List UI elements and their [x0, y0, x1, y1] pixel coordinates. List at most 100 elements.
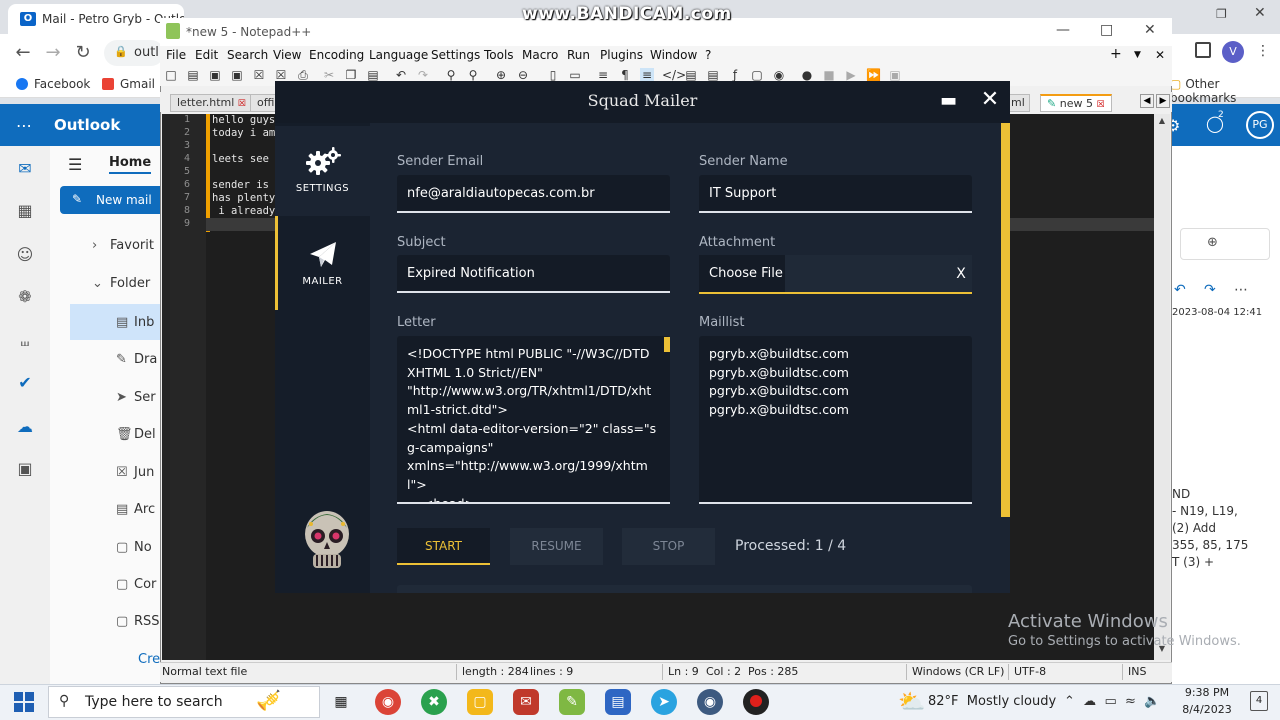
folder-sent[interactable]: ➤ Ser [116, 390, 160, 405]
create-folder-link[interactable]: Cre [138, 652, 162, 667]
sync-v-icon[interactable]: ▯ [546, 68, 560, 82]
cloud-icon[interactable]: ☁ [1083, 694, 1096, 709]
copy-icon[interactable]: ❐ [344, 68, 358, 82]
folder-notes[interactable]: ▢ No [116, 540, 160, 555]
system-tray[interactable]: ⌃ ☁ ▭ ≈ 🔈 [1064, 694, 1160, 709]
folder-deleted[interactable]: 🗑Del [116, 427, 160, 442]
folders-section[interactable]: ⌄ Folder [92, 276, 156, 291]
menu-edit[interactable]: Edit [195, 48, 218, 62]
map-icon[interactable]: ▤ [684, 68, 698, 82]
save-macro-icon[interactable]: ▣ [888, 68, 902, 82]
editor-scrollbar[interactable] [1154, 114, 1170, 660]
chrome-icon[interactable]: ◉ [375, 689, 401, 715]
groups-icon[interactable]: ❁ [14, 286, 36, 308]
play-macro-icon[interactable]: ▶ [844, 68, 858, 82]
doc-list-icon[interactable]: ▤ [706, 68, 720, 82]
attach-icon[interactable]: ⧢ [14, 330, 36, 352]
vpn-icon[interactable]: ◉ [697, 689, 723, 715]
show-all-icon[interactable]: ¶ [618, 68, 632, 82]
paste-icon[interactable]: ▤ [366, 68, 380, 82]
notepadpp-taskbar-icon[interactable]: ✎ [559, 689, 585, 715]
sync-h-icon[interactable]: ▭ [568, 68, 582, 82]
sender-email-input[interactable]: nfe@araldiautopecas.com.br [397, 175, 670, 213]
record-macro-icon[interactable]: ● [800, 68, 814, 82]
volume-icon[interactable]: 🔈 [1144, 694, 1160, 709]
choose-file-button[interactable]: Choose File [699, 255, 785, 293]
folder-archive[interactable]: ▤ Arc [116, 502, 160, 517]
print-icon[interactable]: ⎙ [296, 68, 310, 82]
bookmark-facebook[interactable]: Facebook [16, 77, 90, 91]
code-icon[interactable]: </> [662, 68, 686, 82]
other-bookmarks[interactable]: ▢ Other bookmarks [1170, 77, 1280, 105]
new-mail-button[interactable]: ✎ New mail [60, 186, 162, 214]
subject-input[interactable]: Expired Notification [397, 255, 670, 293]
nav-mailer[interactable]: MAILER [275, 216, 370, 310]
indent-guide-icon[interactable]: ≡ [640, 68, 654, 82]
more-apps-icon[interactable]: ▣ [14, 458, 36, 480]
hamburger-menu-icon[interactable]: ☰ [68, 155, 82, 174]
clear-attachment-button[interactable]: X [950, 255, 972, 293]
close-tab-icon[interactable]: ☒ [1096, 100, 1104, 110]
status-eol[interactable]: Windows (CR LF) [912, 665, 1004, 678]
browser-close-icon[interactable]: ✕ [1254, 5, 1266, 21]
weather-widget[interactable]: 82°F Mostly cloudy [928, 694, 1056, 709]
weather-cloud-icon[interactable]: ⛅ [898, 690, 925, 715]
xbox-icon[interactable]: ✖ [421, 689, 447, 715]
browser-restore-icon[interactable]: ❐ [1216, 7, 1227, 21]
sender-name-input[interactable]: IT Support [699, 175, 972, 213]
people-icon[interactable]: ☺ [14, 244, 36, 266]
cut-icon[interactable]: ✂ [322, 68, 336, 82]
zoom-in-icon[interactable]: ⊕ [494, 68, 508, 82]
chevron-up-icon[interactable]: ⌃ [1064, 694, 1075, 709]
folder-drafts[interactable]: ✎ Dra [116, 352, 160, 367]
tab-scroll-right-icon[interactable]: ▶ [1156, 94, 1170, 108]
wifi-icon[interactable]: ≈ [1125, 694, 1136, 709]
task-view-icon[interactable]: ▦ [328, 689, 354, 715]
open-file-icon[interactable]: ▤ [186, 68, 200, 82]
mailer-close-button[interactable]: ✕ [980, 89, 1000, 111]
undo-icon[interactable]: ↶ [394, 68, 408, 82]
status-encoding[interactable]: UTF-8 [1014, 665, 1046, 678]
profile-avatar[interactable]: V [1222, 41, 1244, 63]
bandicam-record-icon[interactable] [743, 689, 769, 715]
menu-help[interactable]: ? [705, 48, 711, 62]
url-input[interactable]: 🔒 outl [104, 40, 164, 66]
menu-file[interactable]: File [166, 48, 186, 62]
minimize-icon[interactable]: — [1056, 22, 1070, 38]
zoom-out-icon[interactable]: ⊖ [516, 68, 530, 82]
folder-rss[interactable]: ▢ RSS [116, 614, 160, 629]
nav-settings[interactable]: SETTINGS [275, 126, 370, 216]
letter-scrollbar-thumb[interactable] [664, 337, 670, 352]
sidepanel-icon[interactable] [1195, 42, 1211, 58]
new-file-icon[interactable]: □ [164, 68, 178, 82]
mailer-minimize-button[interactable]: ▬ [940, 92, 957, 110]
menu-settings[interactable]: Settings [431, 48, 480, 62]
mail-app-icon[interactable]: ✉ [513, 689, 539, 715]
scroll-up-icon[interactable]: ▲ [1156, 116, 1168, 128]
reply-icon[interactable]: ↶ [1174, 282, 1186, 298]
close-tab-icon[interactable]: ☒ [238, 99, 246, 109]
browser-tab-outlook[interactable]: O Mail - Petro Gryb - Outlook [8, 4, 184, 34]
more-actions-icon[interactable]: ⋯ [1234, 282, 1248, 298]
monitor-icon[interactable]: ◉ [772, 68, 786, 82]
favorites-section[interactable]: › Favorit [92, 238, 156, 253]
app-launcher-icon[interactable]: ⋯ [16, 116, 32, 135]
menu-view[interactable]: View [273, 48, 301, 62]
folder-junk[interactable]: ☒ Jun [116, 465, 160, 480]
add-tab-icon[interactable]: + [1110, 46, 1122, 62]
file-explorer-icon[interactable]: ▢ [467, 689, 493, 715]
mailer-scrollbar[interactable] [1001, 123, 1010, 517]
stop-button[interactable]: STOP [622, 528, 715, 565]
app-taskbar-icon[interactable]: ▤ [605, 689, 631, 715]
start-button[interactable]: START [397, 528, 490, 565]
tab-home[interactable]: Home [109, 155, 152, 174]
clock-date[interactable]: 8/4/2023 [1180, 703, 1234, 716]
tab-scroll-left-icon[interactable]: ◀ [1140, 94, 1154, 108]
bookmark-gmail[interactable]: Gmail [102, 77, 155, 91]
menu-run[interactable]: Run [567, 48, 590, 62]
menu-window[interactable]: Window [650, 48, 697, 62]
menu-encoding[interactable]: Encoding [309, 48, 364, 62]
tab-new-5[interactable]: ✎ new 5 ☒ [1040, 94, 1112, 112]
account-avatar[interactable]: PG [1246, 111, 1274, 139]
find-icon[interactable]: ⚲ [444, 68, 458, 82]
